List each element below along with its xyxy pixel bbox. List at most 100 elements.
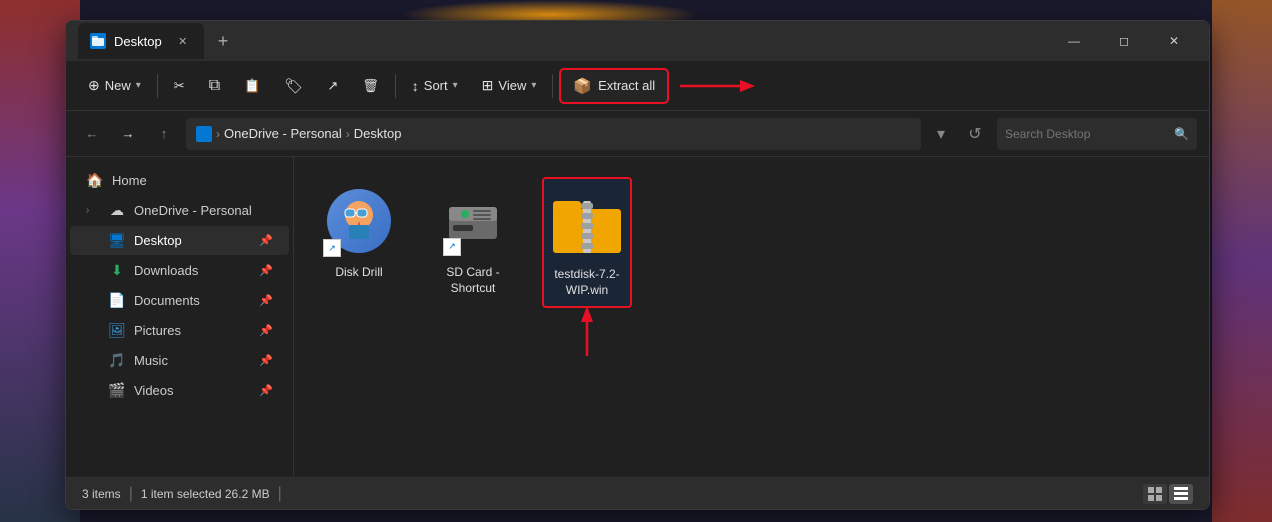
rename-button[interactable]: 🏷 xyxy=(274,68,313,104)
search-input[interactable] xyxy=(1005,127,1168,141)
sidebar-desktop-label: Desktop xyxy=(134,233,182,248)
sidebar-item-documents[interactable]: 📄 Documents 📌 xyxy=(70,286,289,315)
window-controls: — ◻ ✕ xyxy=(1051,25,1197,57)
diskdrill-icon-area: ↗ xyxy=(323,185,395,257)
extract-all-button[interactable]: 📦 Extract all xyxy=(559,68,669,104)
delete-button[interactable]: 🗑 xyxy=(352,68,389,104)
new-tab-button[interactable]: + xyxy=(212,29,235,54)
file-explorer-window: Desktop ✕ + — ◻ ✕ ⊕ New ▾ ✂ ⧉ 📋 🏷 xyxy=(65,20,1210,510)
sdcard-shortcut-arrow: ↗ xyxy=(443,238,461,256)
testdisk-icon-area xyxy=(551,187,623,259)
onedrive-expander-icon: › xyxy=(86,205,100,216)
cut-button[interactable]: ✂ xyxy=(164,68,195,104)
view-buttons xyxy=(1143,484,1193,504)
file-item-diskdrill[interactable]: ↗ Disk Drill xyxy=(314,177,404,308)
sidebar-documents-label: Documents xyxy=(134,293,200,308)
rename-icon: 🏷 xyxy=(284,77,303,95)
cut-icon: ✂ xyxy=(174,78,185,94)
back-button[interactable]: ← xyxy=(78,120,106,148)
sidebar-onedrive-label: OneDrive - Personal xyxy=(134,203,252,218)
selected-info: 1 item selected 26.2 MB xyxy=(141,487,270,501)
documents-icon: 📄 xyxy=(108,292,126,309)
paste-icon: 📋 xyxy=(244,78,260,94)
search-box[interactable]: 🔍 xyxy=(997,118,1197,150)
extract-all-label: Extract all xyxy=(598,78,655,93)
address-bar: ← → ↑ › OneDrive - Personal › Desktop ▾ … xyxy=(66,111,1209,157)
home-icon: 🏠 xyxy=(86,172,104,189)
downloads-icon: ⬇ xyxy=(108,262,126,279)
sdcard-filename: SD Card - Shortcut xyxy=(436,265,510,296)
list-view-button[interactable] xyxy=(1143,484,1167,504)
sidebar-pictures-label: Pictures xyxy=(134,323,181,338)
tab-title: Desktop xyxy=(114,34,162,49)
path-onedrive: OneDrive - Personal xyxy=(224,126,342,141)
item-count: 3 items xyxy=(82,487,121,501)
toolbar-separator-2 xyxy=(395,74,396,98)
close-button[interactable]: ✕ xyxy=(1151,25,1197,57)
toolbar-separator-3 xyxy=(552,74,553,98)
share-button[interactable]: ↗ xyxy=(317,68,348,104)
diskdrill-filename: Disk Drill xyxy=(335,265,382,281)
testdisk-filename: testdisk-7.2-WIP.win xyxy=(552,267,622,298)
delete-icon: 🗑 xyxy=(362,78,379,94)
new-icon: ⊕ xyxy=(88,77,100,94)
desktop-icon: 🖥 xyxy=(108,232,126,249)
copy-button[interactable]: ⧉ xyxy=(199,68,230,104)
up-button[interactable]: ↑ xyxy=(150,120,178,148)
music-icon: 🎵 xyxy=(108,352,126,369)
onedrive-icon: ☁ xyxy=(108,202,126,219)
address-path[interactable]: › OneDrive - Personal › Desktop xyxy=(186,118,921,150)
refresh-button[interactable]: ↺ xyxy=(961,120,989,148)
tab-folder-icon xyxy=(90,33,106,49)
toolbar-separator-1 xyxy=(157,74,158,98)
grid-view-button[interactable] xyxy=(1169,484,1193,504)
status-separator-1: | xyxy=(129,485,133,503)
documents-pin-icon: 📌 xyxy=(259,294,273,307)
sidebar-item-onedrive[interactable]: › ☁ OneDrive - Personal xyxy=(70,196,289,225)
sidebar-downloads-label: Downloads xyxy=(134,263,198,278)
sort-button[interactable]: ↕ Sort ▾ xyxy=(402,68,468,104)
maximize-button[interactable]: ◻ xyxy=(1101,25,1147,57)
minimize-button[interactable]: — xyxy=(1051,25,1097,57)
bg-decoration-right xyxy=(1212,0,1272,522)
paste-button[interactable]: 📋 xyxy=(234,68,270,104)
new-label: New xyxy=(105,78,131,93)
main-content: 🏠 Home › ☁ OneDrive - Personal 🖥 Desktop… xyxy=(66,157,1209,477)
extract-all-container: 📦 Extract all xyxy=(559,68,669,104)
path-desktop: Desktop xyxy=(354,126,402,141)
videos-pin-icon: 📌 xyxy=(259,384,273,397)
extract-all-icon: 📦 xyxy=(573,77,592,95)
sidebar-videos-label: Videos xyxy=(134,383,174,398)
view-label: View xyxy=(498,78,526,93)
view-button[interactable]: ⊞ View ▾ xyxy=(472,68,547,104)
new-chevron-icon: ▾ xyxy=(136,80,141,91)
file-item-testdisk[interactable]: testdisk-7.2-WIP.win xyxy=(542,177,632,308)
sidebar: 🏠 Home › ☁ OneDrive - Personal 🖥 Desktop… xyxy=(66,157,294,477)
toolbar: ⊕ New ▾ ✂ ⧉ 📋 🏷 ↗ 🗑 ↕ Sort ▾ ⊞ xyxy=(66,61,1209,111)
tab-close-button[interactable]: ✕ xyxy=(174,32,192,50)
sidebar-item-pictures[interactable]: 🖼 Pictures 📌 xyxy=(70,316,289,345)
share-icon: ↗ xyxy=(327,78,338,94)
sidebar-item-downloads[interactable]: ⬇ Downloads 📌 xyxy=(70,256,289,285)
sidebar-item-music[interactable]: 🎵 Music 📌 xyxy=(70,346,289,375)
sort-icon: ↕ xyxy=(412,78,419,94)
active-tab[interactable]: Desktop ✕ xyxy=(78,23,204,59)
pictures-pin-icon: 📌 xyxy=(259,324,273,337)
downloads-pin-icon: 📌 xyxy=(259,264,273,277)
diskdrill-shortcut-arrow: ↗ xyxy=(323,239,341,257)
videos-icon: 🎬 xyxy=(108,382,126,399)
sidebar-item-home[interactable]: 🏠 Home xyxy=(70,166,289,195)
address-dropdown-button[interactable]: ▾ xyxy=(929,122,953,146)
sdcard-icon-area: ↗ xyxy=(437,185,509,257)
file-item-sdcard[interactable]: ↗ SD Card - Shortcut xyxy=(428,177,518,308)
sort-label: Sort xyxy=(424,78,448,93)
file-area: ↗ Disk Drill xyxy=(294,157,1209,477)
new-button[interactable]: ⊕ New ▾ xyxy=(78,68,151,104)
title-bar: Desktop ✕ + — ◻ ✕ xyxy=(66,21,1209,61)
pictures-icon: 🖼 xyxy=(108,322,126,339)
sidebar-item-desktop[interactable]: 🖥 Desktop 📌 xyxy=(70,226,289,255)
forward-button[interactable]: → xyxy=(114,120,142,148)
sidebar-item-videos[interactable]: 🎬 Videos 📌 xyxy=(70,376,289,405)
music-pin-icon: 📌 xyxy=(259,354,273,367)
zip-folder-svg xyxy=(551,191,623,255)
